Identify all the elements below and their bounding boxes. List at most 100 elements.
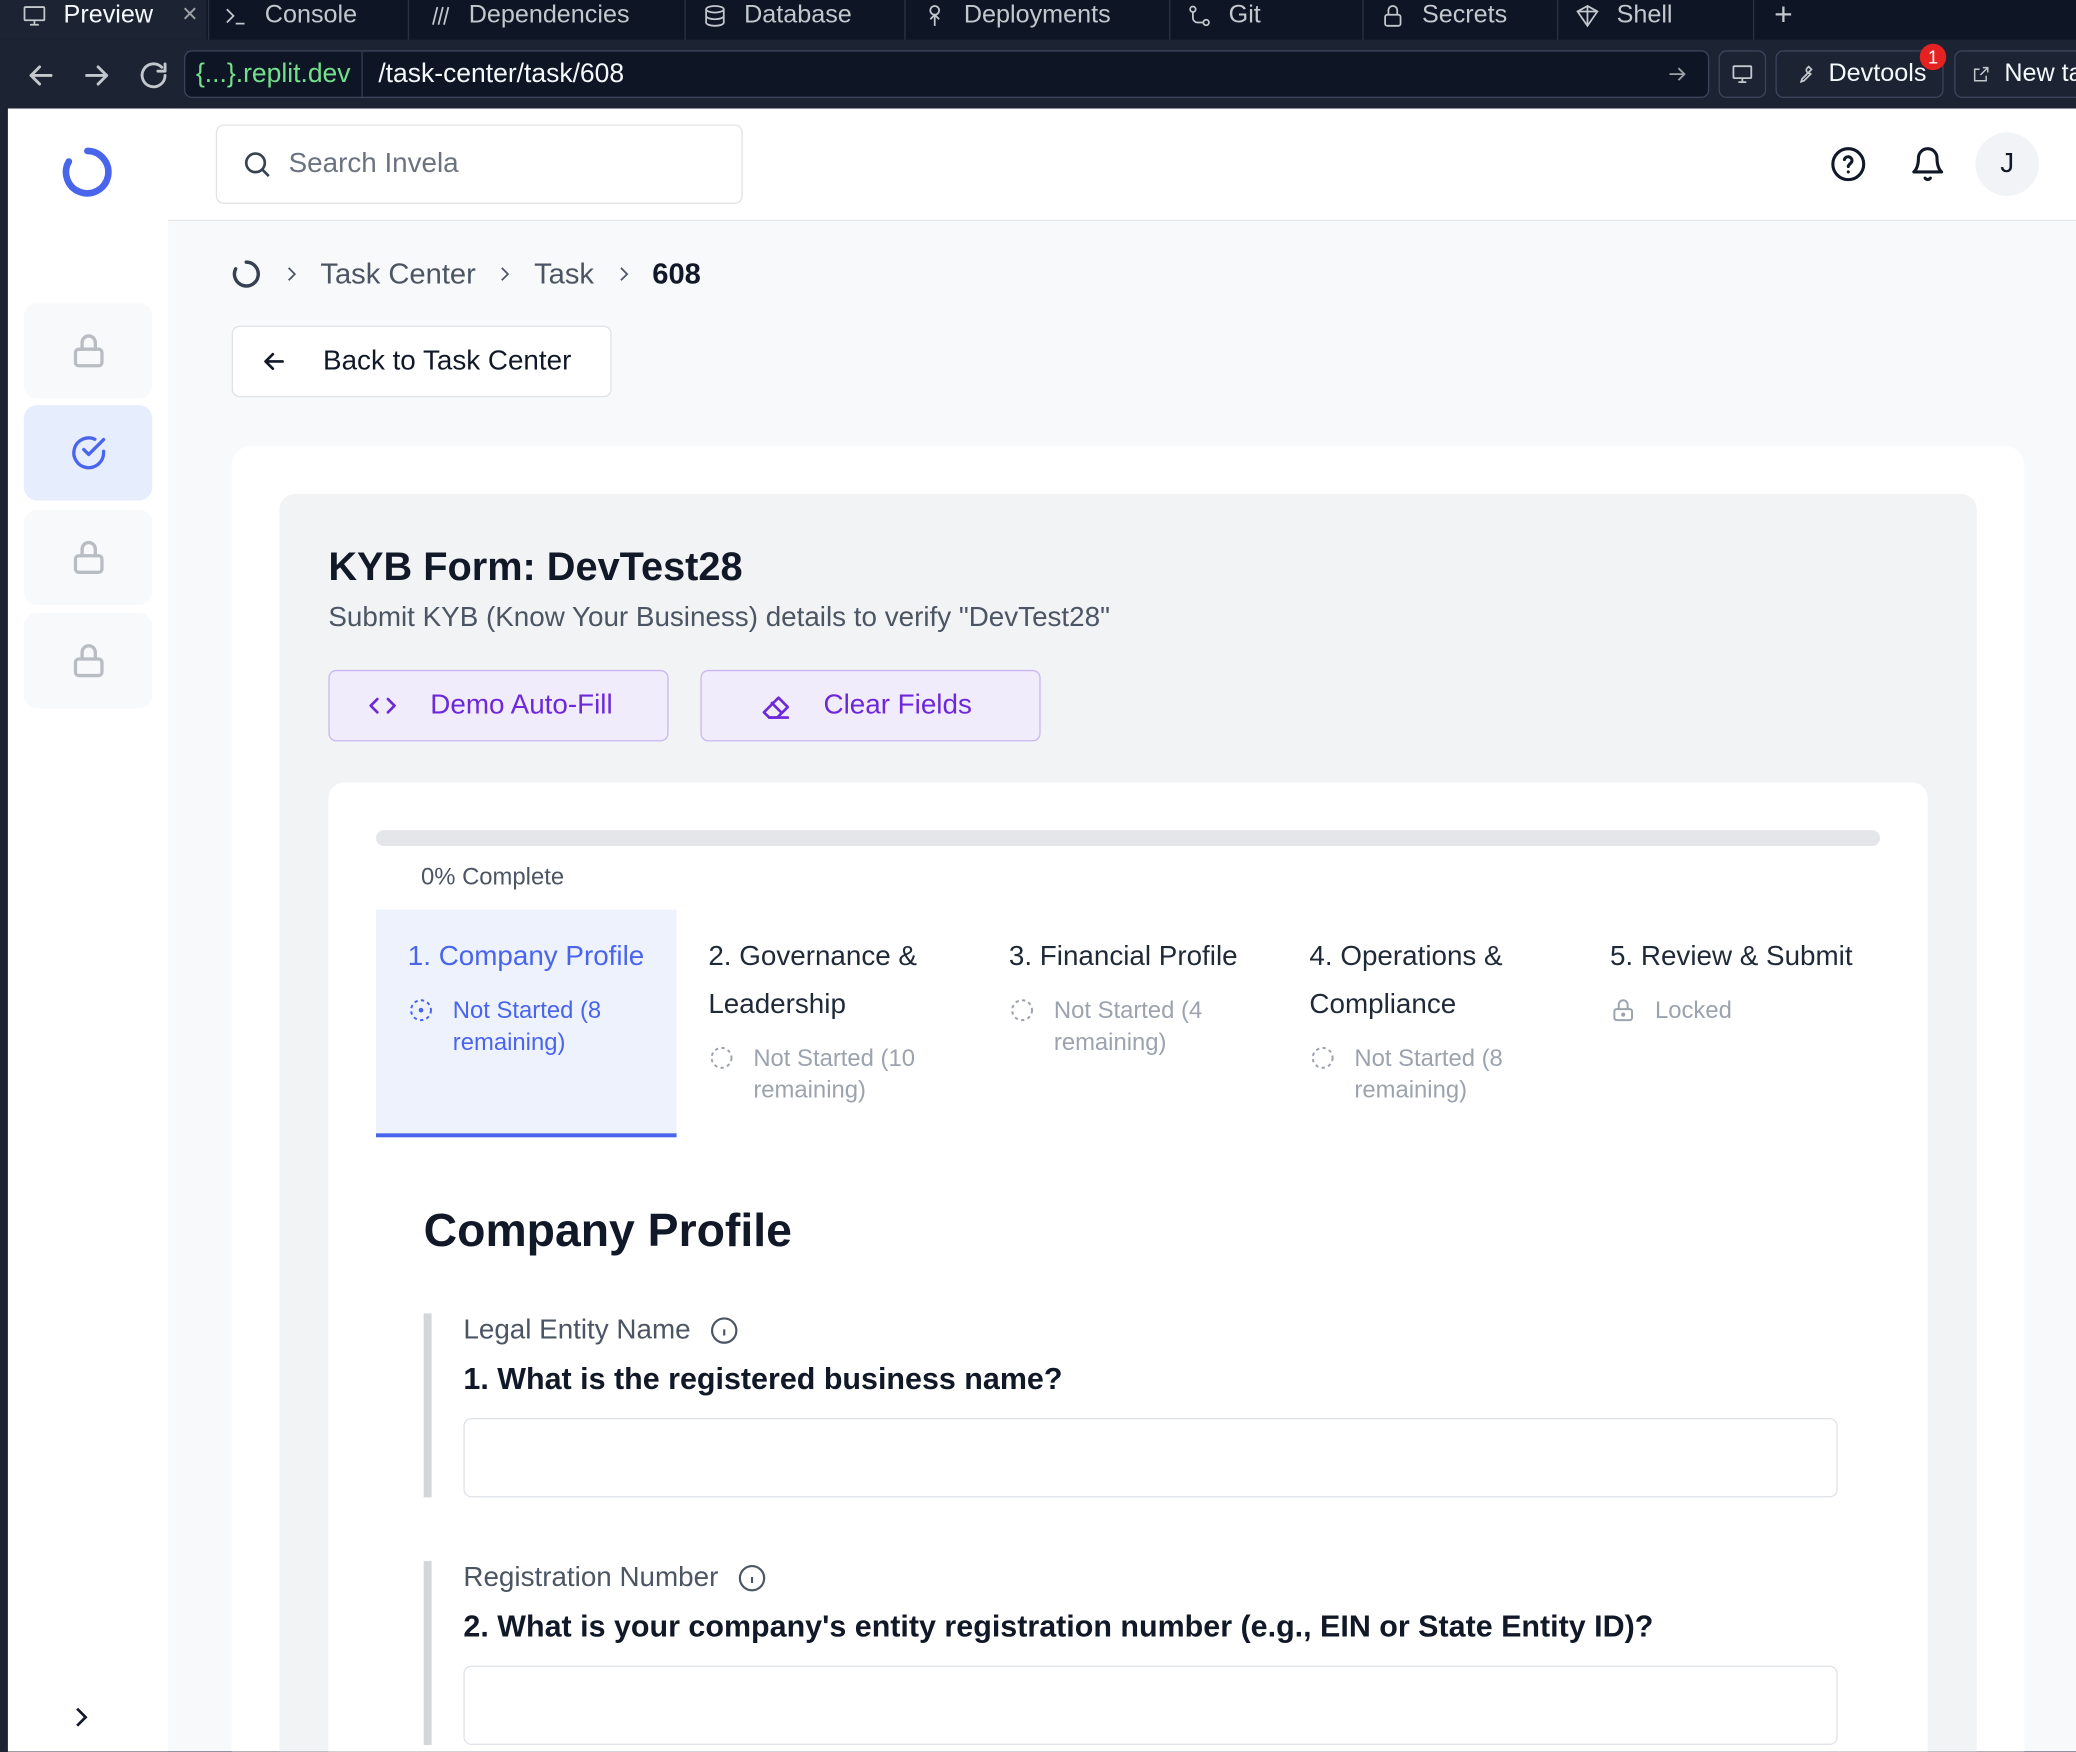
step-status: Not Started (10 remaining) [753,1044,915,1103]
form-subtitle: Submit KYB (Know Your Business) details … [328,602,1110,633]
tab-console[interactable]: Console [222,0,357,40]
external-link-icon [1973,66,1989,82]
breadcrumb-task[interactable]: Task [534,257,594,291]
form-title: KYB Form: DevTest28 [328,545,743,590]
go-arrow-icon[interactable] [1666,62,1690,86]
tab-git[interactable]: Git [1186,0,1261,40]
info-icon[interactable] [737,1564,766,1593]
section-title: Company Profile [423,1204,792,1257]
question-legal-entity-name: Legal Entity Name 1. What is the registe… [423,1313,1838,1498]
back-button-label: Back to Task Center [323,345,572,377]
step-title: 5. Review & Submit [1609,941,1853,972]
url-host: {...}.replit.dev [185,51,363,97]
monitor-icon [1732,65,1753,83]
question-text: 2. What is your company's entity registr… [463,1608,1654,1644]
sidebar-item-locked-2[interactable] [23,509,153,606]
tab-label: Dependencies [468,0,630,29]
tab-database[interactable]: Database [702,0,852,40]
search-box[interactable] [215,124,743,204]
step-status: Not Started (8 remaining) [452,996,602,1056]
lock-icon [73,644,103,678]
tab-preview[interactable]: Preview × [0,0,207,40]
dashed-circle-icon [1011,999,1034,1022]
tab-dependencies[interactable]: Dependencies [426,0,630,40]
tab-label: Git [1228,0,1261,29]
help-button[interactable] [1830,146,1867,183]
arrow-left-icon [29,65,53,86]
url-field[interactable]: {...}.replit.dev /task-center/task/608 [184,50,1710,98]
breadcrumb-current: 608 [652,256,701,290]
eraser-icon [762,696,790,719]
step-review-submit: 5. Review & Submit Locked [1578,910,1879,1138]
tab-secrets[interactable]: Secrets [1380,0,1508,40]
tab-shell[interactable]: Shell [1574,0,1673,40]
tab-label: Console [264,0,358,29]
step-governance-leadership[interactable]: 2. Governance & Leadership Not Started (… [677,910,978,1138]
sidebar-item-task-center[interactable] [23,405,153,501]
sidebar-item-locked-3[interactable] [23,613,153,709]
dashed-circle-dot-icon [410,999,432,1022]
sidebar-expand-button[interactable] [66,1703,95,1732]
legal-entity-name-input[interactable] [463,1417,1838,1498]
info-icon[interactable] [709,1316,738,1345]
step-status: Not Started (4 remaining) [1053,996,1203,1056]
add-tab-button[interactable]: + [1774,0,1793,40]
url-path[interactable]: /task-center/task/608 [362,59,624,89]
clear-fields-label: Clear Fields [823,689,972,721]
step-title: 4. Operations & Compliance [1309,941,1503,1020]
back-to-task-center-button[interactable]: Back to Task Center [231,325,612,398]
demo-autofill-label: Demo Auto-Fill [430,689,613,721]
lock-icon [73,540,103,574]
check-circle-icon [71,436,105,470]
new-tab-button[interactable]: New ta [1954,50,2076,98]
workspace-tab-bar: Preview × Console Dependencies Database … [0,0,2076,40]
chevron-right-icon [619,267,628,281]
chevron-right-icon [288,267,297,281]
shell-icon [1576,4,1599,27]
deployments-icon [929,4,941,26]
step-title: 2. Governance & Leadership [708,941,917,1020]
step-financial-profile[interactable]: 3. Financial Profile Not Started (4 rema… [977,910,1278,1138]
reload-icon [140,62,167,89]
step-operations-compliance[interactable]: 4. Operations & Compliance Not Started (… [1278,910,1579,1138]
dependencies-icon [432,6,450,25]
progress-label: 0% Complete [421,863,565,890]
sidebar-item-locked-1[interactable] [23,303,153,399]
monitor-icon [23,5,46,25]
code-icon [369,697,396,714]
devtools-button[interactable]: Devtools 1 [1775,43,1947,98]
registration-number-input[interactable] [463,1665,1838,1746]
terminal-icon [226,7,245,24]
breadcrumb: Task Center Task 608 [230,254,701,294]
back-nav-button[interactable] [24,58,58,92]
question-label: Legal Entity Name [463,1314,691,1346]
question-registration-number: Registration Number 2. What is your comp… [423,1560,1838,1746]
git-icon [1189,4,1210,26]
top-header: J [168,108,2076,222]
tab-label: Deployments [963,0,1111,29]
bell-icon [1912,147,1944,182]
home-logo-icon[interactable] [230,258,262,290]
search-icon [244,152,270,178]
breadcrumb-task-center[interactable]: Task Center [320,257,475,291]
reload-button[interactable] [136,58,170,92]
database-icon [705,4,725,27]
search-input[interactable] [288,148,713,181]
notifications-button[interactable] [1909,146,1946,183]
tab-deployments[interactable]: Deployments [921,0,1111,40]
invela-logo-icon[interactable] [61,146,114,199]
step-title: 3. Financial Profile [1008,941,1238,972]
lock-icon [1384,4,1402,27]
step-company-profile[interactable]: 1. Company Profile Not Started (8 remain… [376,909,677,1138]
lock-icon [73,334,103,368]
dashed-circle-icon [710,1046,733,1069]
close-icon[interactable]: × [182,0,197,30]
clear-fields-button[interactable]: Clear Fields [700,669,1041,742]
device-toggle-button[interactable] [1718,50,1767,98]
tab-label: Preview [63,0,154,29]
devtools-label: Devtools [1828,59,1927,88]
tab-label: Secrets [1421,0,1508,29]
avatar[interactable]: J [1975,132,2039,196]
forward-nav-button[interactable] [79,58,113,92]
demo-autofill-button[interactable]: Demo Auto-Fill [328,669,669,742]
